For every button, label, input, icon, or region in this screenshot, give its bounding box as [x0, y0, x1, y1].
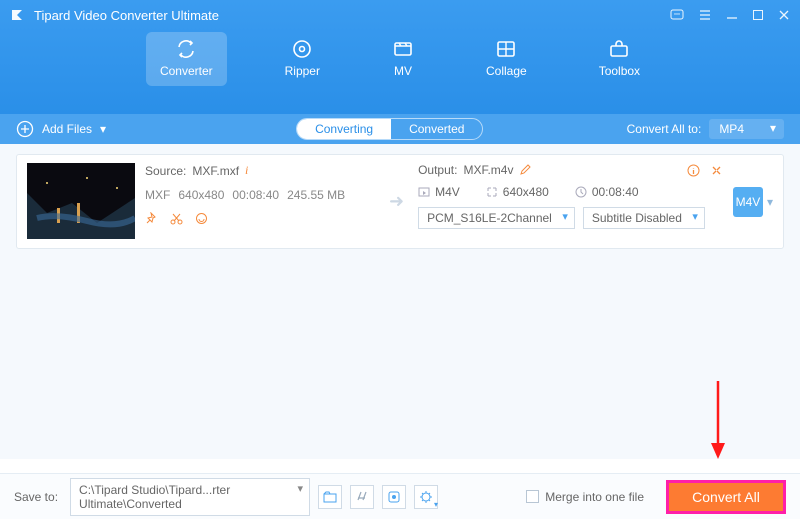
info-icon[interactable]: i	[245, 163, 248, 178]
add-files-label: Add Files	[42, 122, 92, 136]
save-to-label: Save to:	[14, 490, 58, 504]
tab-label: Ripper	[285, 64, 320, 78]
seg-converting[interactable]: Converting	[297, 119, 391, 139]
menu-icon[interactable]	[698, 8, 712, 22]
file-list: Source: MXF.mxf i MXF640x48000:08:40245.…	[0, 144, 800, 459]
pin-icon[interactable]	[145, 212, 158, 225]
tab-label: Toolbox	[599, 64, 640, 78]
chevron-down-icon: ▾	[100, 122, 106, 136]
out-resolution: 640x480	[486, 185, 549, 199]
tab-toolbox[interactable]: Toolbox	[585, 32, 654, 86]
footer-bar: Save to: C:\Tipard Studio\Tipard...rter …	[0, 473, 800, 519]
ripper-icon	[291, 38, 313, 60]
seg-converted[interactable]: Converted	[391, 119, 482, 139]
collage-icon	[495, 38, 517, 60]
tab-label: MV	[394, 64, 412, 78]
close-button[interactable]	[778, 9, 790, 21]
tab-label: Converter	[160, 64, 213, 78]
app-title: Tipard Video Converter Ultimate	[34, 8, 219, 23]
video-thumbnail[interactable]	[27, 163, 135, 239]
add-files-button[interactable]: Add Files ▾	[16, 120, 106, 138]
merge-label: Merge into one file	[545, 490, 644, 504]
cut-icon[interactable]	[170, 212, 183, 225]
tab-label: Collage	[486, 64, 527, 78]
plus-icon	[16, 120, 34, 138]
app-logo-icon	[10, 7, 26, 23]
titlebar: Tipard Video Converter Ultimate	[0, 0, 800, 30]
save-path-dropdown[interactable]: C:\Tipard Studio\Tipard...rter Ultimate\…	[70, 478, 310, 516]
checkbox-box	[526, 490, 539, 503]
snapshot-button[interactable]	[350, 485, 374, 509]
maximize-button[interactable]	[752, 9, 764, 21]
feedback-icon[interactable]	[670, 8, 684, 22]
tab-mv[interactable]: MV	[378, 32, 428, 86]
output-filename: MXF.m4v	[463, 163, 513, 177]
tab-ripper[interactable]: Ripper	[271, 32, 334, 86]
source-filename: MXF.mxf	[192, 164, 239, 178]
subtitle-select[interactable]: Subtitle Disabled	[583, 207, 705, 229]
format-chevron-icon[interactable]: ▾	[767, 195, 773, 209]
convert-all-format-dropdown[interactable]: MP4	[709, 119, 784, 139]
converter-icon	[175, 38, 197, 60]
status-segmented: Converting Converted	[296, 118, 483, 140]
arrow-icon: ➜	[389, 191, 404, 212]
compress-icon[interactable]	[710, 164, 723, 177]
minimize-button[interactable]	[726, 9, 738, 21]
convert-all-button[interactable]: Convert All	[666, 480, 786, 514]
source-meta: MXF640x48000:08:40245.55 MB	[145, 188, 375, 202]
enhance-icon[interactable]	[195, 212, 208, 225]
mv-icon	[392, 38, 414, 60]
settings-button[interactable]: ▾	[414, 485, 438, 509]
merge-checkbox[interactable]: Merge into one file	[526, 490, 644, 504]
convert-all-to-label: Convert All to:	[627, 122, 702, 136]
source-label: Source:	[145, 164, 186, 178]
edit-icon[interactable]	[519, 164, 531, 176]
out-format: M4V	[418, 185, 460, 199]
output-format-button[interactable]: M4V	[733, 187, 763, 217]
info-output-icon[interactable]	[687, 164, 700, 177]
audio-codec-select[interactable]: PCM_S16LE-2Channel	[418, 207, 575, 229]
out-duration: 00:08:40	[575, 185, 639, 199]
nav-tabs: Converter Ripper MV Collage Toolbox	[0, 32, 800, 86]
hardware-accel-button[interactable]	[382, 485, 406, 509]
tab-collage[interactable]: Collage	[472, 32, 541, 86]
output-label: Output:	[418, 163, 457, 177]
toolbox-icon	[608, 38, 630, 60]
open-folder-button[interactable]	[318, 485, 342, 509]
file-row: Source: MXF.mxf i MXF640x48000:08:40245.…	[16, 154, 784, 249]
toolbar: Add Files ▾ Converting Converted Convert…	[0, 114, 800, 144]
tab-converter[interactable]: Converter	[146, 32, 227, 86]
